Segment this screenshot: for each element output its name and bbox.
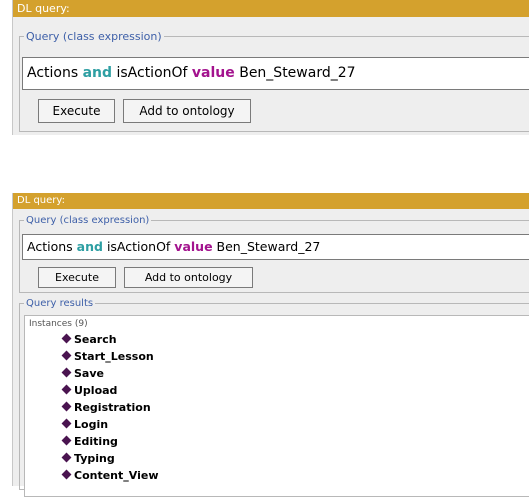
dl-query-title: DL query: [13,0,529,17]
query-property: isActionOf [106,239,171,254]
individual-diamond-icon [61,418,72,429]
dl-query-panel-bottom: DL query: Query (class expression) Actio… [12,193,529,497]
instance-label: Save [74,367,104,380]
individual-diamond-icon [61,367,72,378]
instance-label: Editing [74,435,118,448]
instance-item[interactable]: Registration [61,400,151,416]
query-individual: Ben_Steward_27 [239,65,356,81]
dl-query-panel-top: DL query: Query (class expression) Actio… [12,0,529,135]
instance-item[interactable]: Login [61,417,109,433]
query-legend: Query (class expression) [26,30,162,43]
instance-item[interactable]: Content_View [61,468,159,484]
individual-diamond-icon [61,469,72,480]
individual-diamond-icon [61,384,72,395]
individual-diamond-icon [61,401,72,412]
query-group: Query (class expression) Actions and isA… [19,215,529,293]
query-word-actions: Actions [27,239,73,254]
query-word-actions: Actions [27,65,79,81]
instance-item[interactable]: Save [61,366,104,382]
instance-label: Start_Lesson [74,350,154,363]
individual-diamond-icon [61,435,72,446]
add-to-ontology-button[interactable]: Add to ontology [124,267,253,288]
query-results-legend: Query results [26,298,94,309]
instance-label: Registration [74,401,151,414]
query-keyword-value: value [191,65,235,81]
query-legend: Query (class expression) [26,215,150,226]
instance-item[interactable]: Upload [61,383,118,399]
instance-item[interactable]: Typing [61,451,115,467]
instance-label: Search [74,333,117,346]
instance-label: Content_View [74,469,159,482]
instance-label: Upload [74,384,118,397]
query-group: Query (class expression) Actions and isA… [19,30,529,132]
instance-item[interactable]: Editing [61,434,118,450]
individual-diamond-icon [61,333,72,344]
add-to-ontology-button[interactable]: Add to ontology [123,99,251,123]
query-individual: Ben_Steward_27 [216,239,321,254]
query-input[interactable]: Actions and isActionOf value Ben_Steward… [22,57,529,90]
query-keyword-value: value [174,239,213,254]
instances-header: Instances (9) [29,319,88,329]
query-keyword-and: and [76,239,103,254]
instance-label: Login [74,418,109,431]
results-list: Instances (9) Search Start_Lesson Save U… [24,315,529,497]
instance-label: Typing [74,452,115,465]
query-property: isActionOf [116,65,188,81]
query-results-group: Query results Instances (9) Search Start… [19,298,529,497]
dl-query-title: DL query: [13,193,529,209]
query-keyword-and: and [82,65,113,81]
instance-item[interactable]: Search [61,332,117,348]
individual-diamond-icon [61,350,72,361]
execute-button[interactable]: Execute [38,267,116,288]
individual-diamond-icon [61,452,72,463]
instance-item[interactable]: Start_Lesson [61,349,154,365]
query-input[interactable]: Actions and isActionOf value Ben_Steward… [22,234,529,260]
execute-button[interactable]: Execute [38,99,115,123]
